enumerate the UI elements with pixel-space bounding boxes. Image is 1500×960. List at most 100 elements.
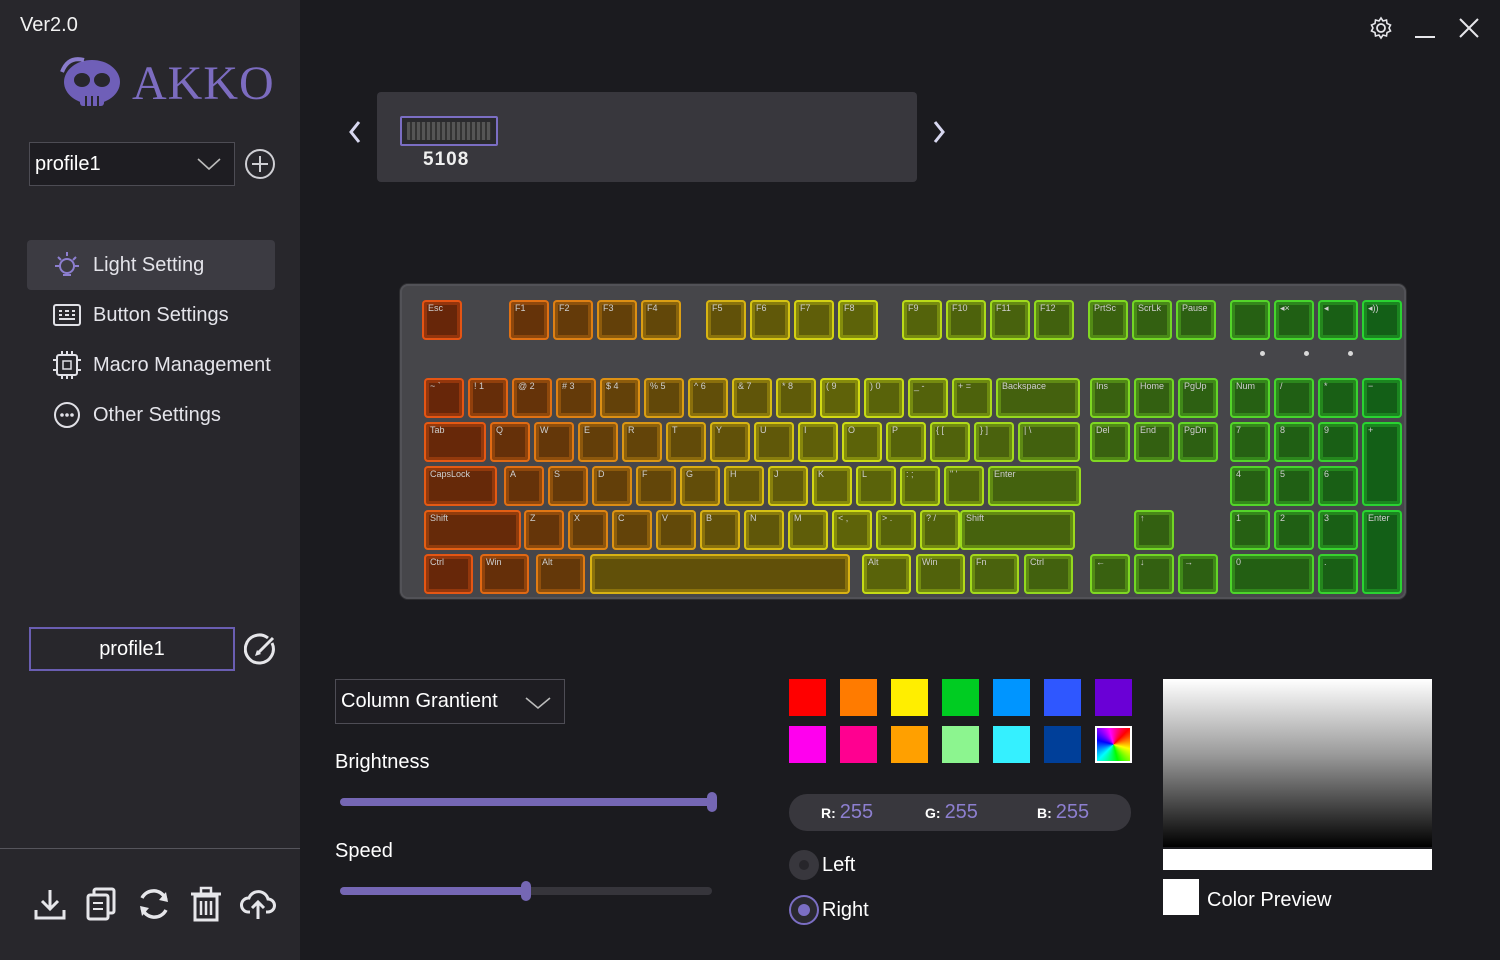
color-swatch[interactable] [942,679,979,716]
keyboard-key[interactable]: ◂)) [1362,300,1402,340]
keyboard-key[interactable]: Q [490,422,530,462]
minimize-button[interactable] [1412,14,1438,42]
keyboard-key[interactable]: F12 [1034,300,1074,340]
speed-slider[interactable] [340,881,712,901]
add-profile-button[interactable] [244,148,276,180]
color-swatch[interactable] [840,726,877,763]
keyboard-key[interactable]: CapsLock [424,466,497,506]
keyboard-key[interactable]: * [1318,378,1358,418]
sidebar-item-button-settings[interactable]: Button Settings [27,290,275,340]
keyboard-key[interactable]: Shift [424,510,522,550]
keyboard-key[interactable]: { [ [930,422,970,462]
color-swatch[interactable] [891,726,928,763]
lighting-mode-select[interactable]: Column Grantient [335,679,565,724]
keyboard-key[interactable]: N [744,510,784,550]
edit-profile-button[interactable] [243,633,278,667]
keyboard-key[interactable]: H [724,466,764,506]
keyboard-key[interactable]: $ 4 [600,378,640,418]
keyboard-key[interactable]: F1 [509,300,549,340]
keyboard-key[interactable]: Alt [862,554,911,594]
keyboard-key[interactable]: " ' [944,466,984,506]
keyboard-key[interactable]: 9 [1318,422,1358,462]
keyboard-key[interactable]: F9 [902,300,942,340]
brightness-slider[interactable] [340,792,717,812]
keyboard-key[interactable]: G [680,466,720,506]
keyboard-key[interactable] [590,554,850,594]
keyboard-key[interactable]: Ins [1090,378,1130,418]
keyboard-key[interactable]: → [1178,554,1218,594]
keyboard-key[interactable]: Esc [422,300,462,340]
keyboard-key[interactable]: > . [876,510,916,550]
color-swatch[interactable] [840,679,877,716]
keyboard-key[interactable] [1230,300,1270,340]
keyboard-key[interactable]: PgUp [1178,378,1218,418]
delete-button[interactable] [188,884,224,924]
profile-name-field[interactable]: profile1 [29,627,235,671]
keyboard-key[interactable]: 4 [1230,466,1270,506]
keyboard-key[interactable]: ( 9 [820,378,860,418]
keyboard-key[interactable]: < , [832,510,872,550]
keyboard-key[interactable]: F2 [553,300,593,340]
keyboard-key[interactable]: Home [1134,378,1174,418]
keyboard-key[interactable]: F [636,466,676,506]
direction-right-option[interactable]: Right [789,895,869,925]
keyboard-key[interactable]: 1 [1230,510,1270,550]
keyboard-key[interactable]: _ - [908,378,948,418]
keyboard-key[interactable]: # 3 [556,378,596,418]
keyboard-key[interactable]: 8 [1274,422,1314,462]
keyboard-key[interactable]: L [856,466,896,506]
color-swatch[interactable] [942,726,979,763]
keyboard-key[interactable]: 5 [1274,466,1314,506]
keyboard-key[interactable]: 2 [1274,510,1314,550]
keyboard-key[interactable]: B [700,510,740,550]
keyboard-key[interactable]: * 8 [776,378,816,418]
radio-button[interactable] [789,850,819,880]
color-swatch[interactable] [993,726,1030,763]
keyboard-key[interactable]: ◂ [1318,300,1358,340]
keyboard-key[interactable]: ScrLk [1132,300,1172,340]
green-value-input[interactable]: 255 [945,801,978,824]
keyboard-key[interactable]: % 5 [644,378,684,418]
keyboard-key[interactable]: . [1318,554,1358,594]
keyboard-key[interactable]: K [812,466,852,506]
red-value-input[interactable]: 255 [840,801,873,824]
keyboard-key[interactable]: F11 [990,300,1030,340]
speed-slider-thumb[interactable] [521,881,531,901]
keyboard-key[interactable]: + [1362,422,1402,506]
keyboard-key[interactable]: Tab [424,422,486,462]
keyboard-key[interactable]: Fn [970,554,1019,594]
keyboard-key[interactable]: End [1134,422,1174,462]
keyboard-key[interactable]: F10 [946,300,986,340]
color-swatch[interactable] [1095,679,1132,716]
keyboard-key[interactable]: Z [524,510,564,550]
brightness-slider-thumb[interactable] [707,792,717,812]
keyboard-key[interactable]: ~ ` [424,378,464,418]
device-card[interactable]: 5108 [377,92,917,182]
keyboard-key[interactable]: F4 [641,300,681,340]
keyboard-key[interactable]: F8 [838,300,878,340]
keyboard-key[interactable]: S [548,466,588,506]
keyboard-key[interactable]: : ; [900,466,940,506]
keyboard-key[interactable]: Backspace [996,378,1080,418]
hue-slider[interactable] [1163,849,1432,870]
keyboard-key[interactable]: J [768,466,808,506]
color-picker-area[interactable] [1163,679,1432,847]
keyboard-key[interactable]: E [578,422,618,462]
radio-button[interactable] [789,895,819,925]
keyboard-key[interactable]: 0 [1230,554,1314,594]
keyboard-key[interactable]: ↓ [1134,554,1174,594]
keyboard-key[interactable]: Del [1090,422,1130,462]
keyboard-key[interactable]: V [656,510,696,550]
keyboard-key[interactable]: ^ 6 [688,378,728,418]
keyboard-key[interactable]: − [1362,378,1402,418]
profile-select[interactable]: profile1 [29,142,235,186]
color-swatch[interactable] [789,679,826,716]
refresh-button[interactable] [136,884,172,924]
sidebar-item-macro-management[interactable]: Macro Management [27,340,275,390]
keyboard-key[interactable]: T [666,422,706,462]
previous-device-button[interactable] [343,116,367,148]
keyboard-key[interactable]: Win [480,554,529,594]
keyboard-key[interactable]: Pause [1176,300,1216,340]
color-swatch[interactable] [993,679,1030,716]
keyboard-key[interactable]: F7 [794,300,834,340]
